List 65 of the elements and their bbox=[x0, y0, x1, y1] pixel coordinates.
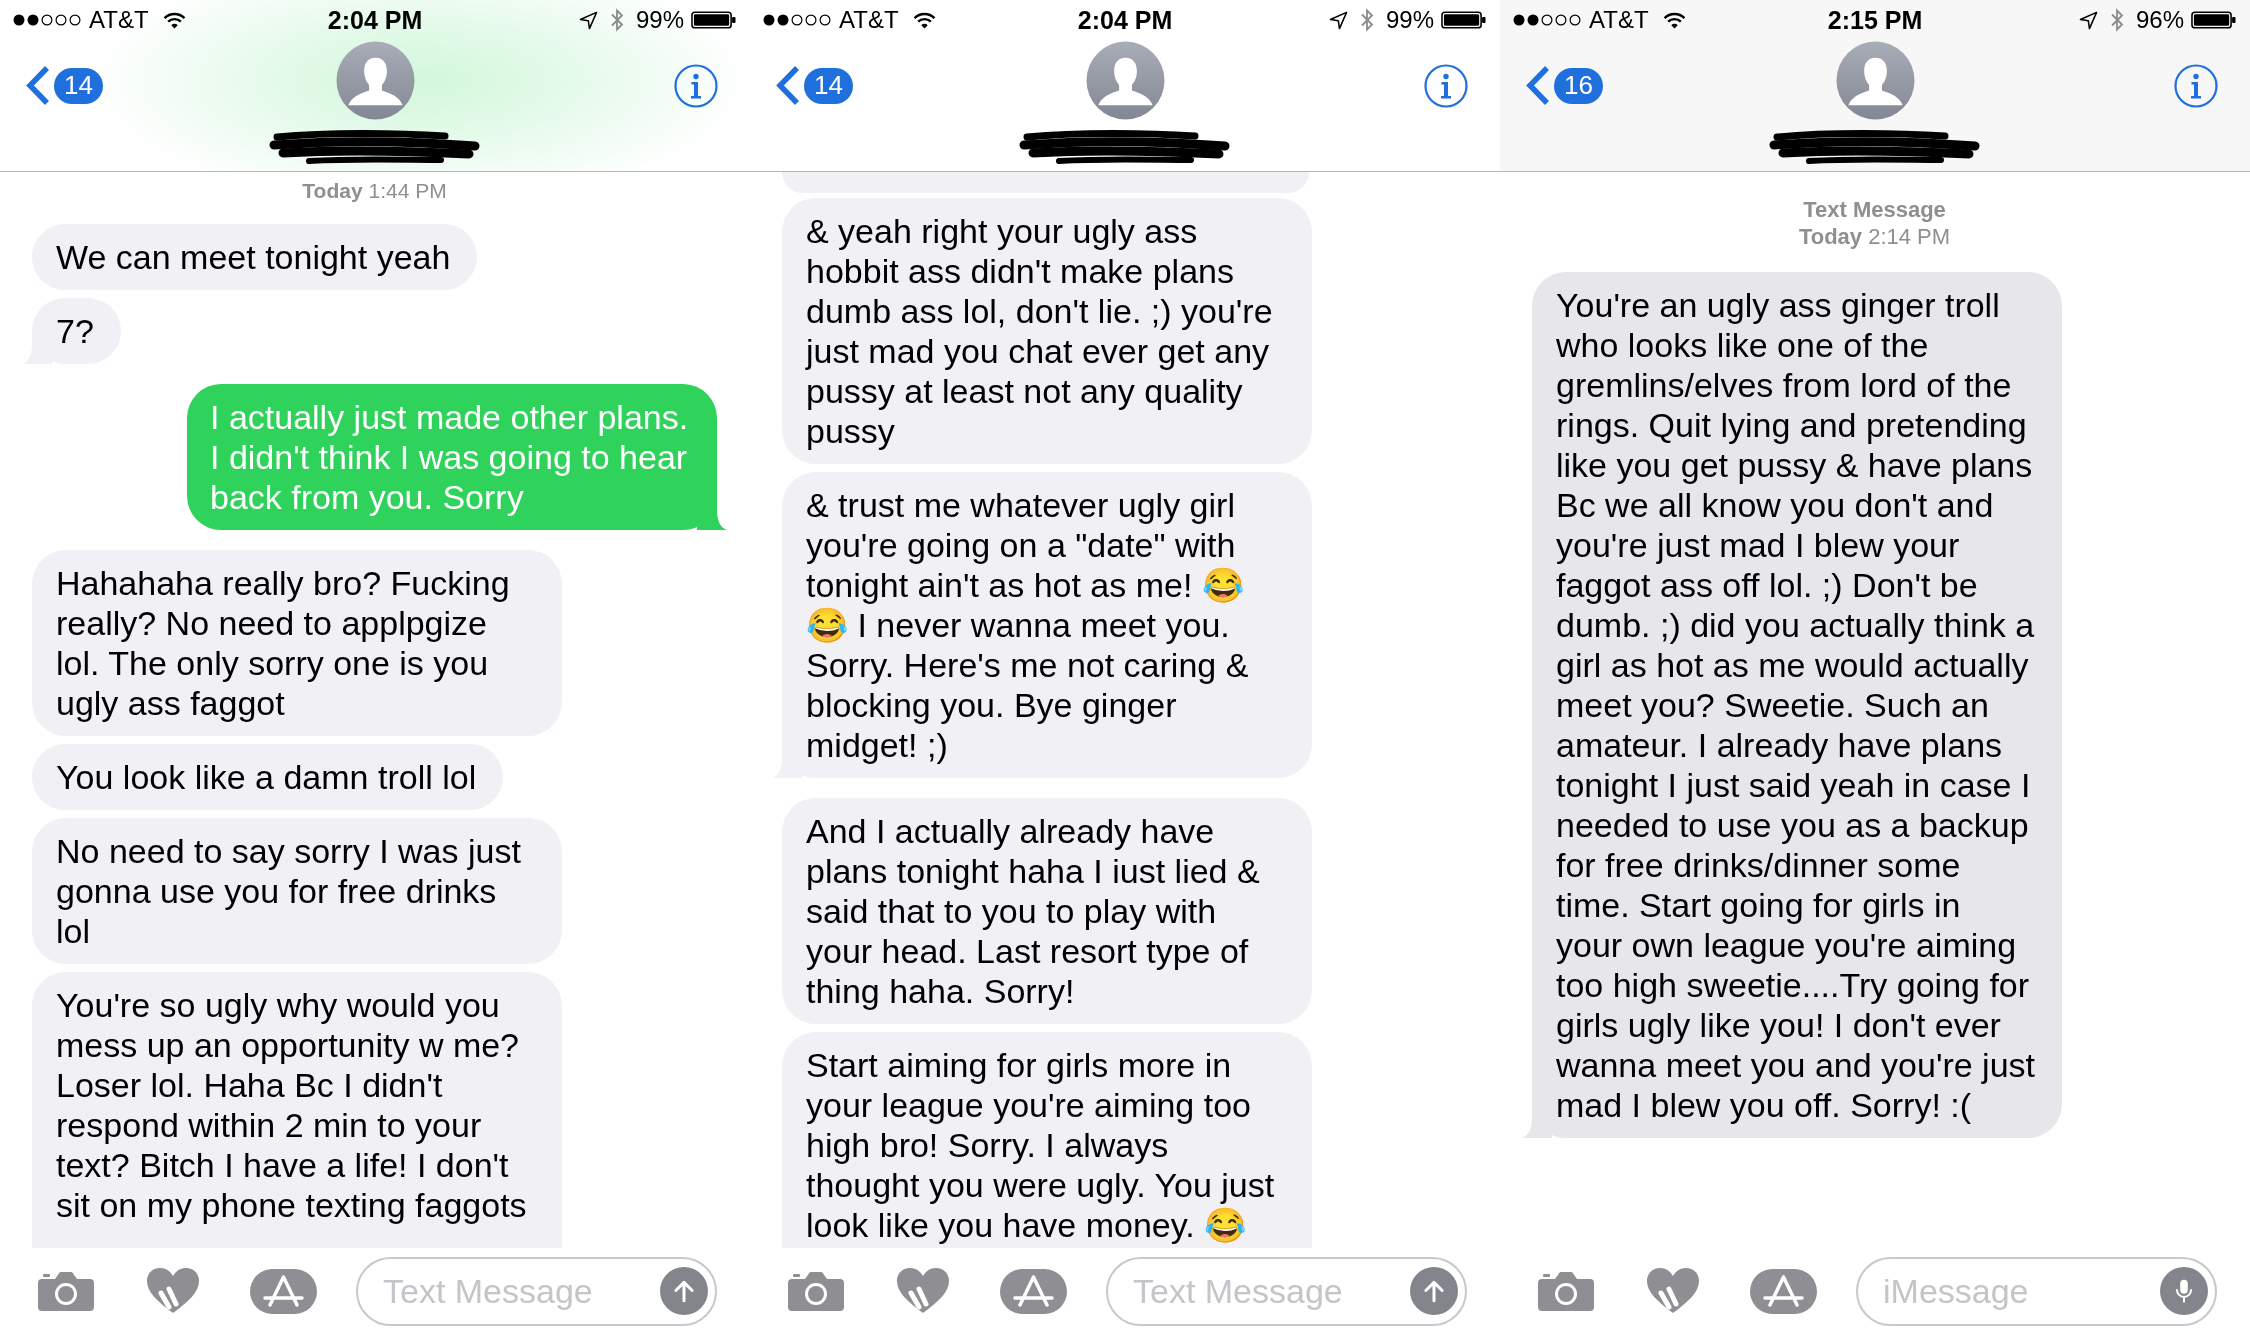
message-text: You're so ugly why would you mess up an opportunity w me? Loser lol. Haha Bc I didn't respond within 2 min to your text? Bitch I have a life! I don't sit on my phone texting faggots bbox=[56, 986, 527, 1224]
location-arrow-icon bbox=[578, 10, 598, 30]
status-time: 2:04 PM bbox=[327, 5, 423, 35]
wifi-icon bbox=[1662, 11, 1686, 29]
heart-icon[interactable] bbox=[145, 1267, 201, 1315]
unread-count-badge[interactable]: 14 bbox=[804, 67, 853, 104]
contact-avatar-icon[interactable] bbox=[335, 41, 415, 120]
carrier-name: AT&T bbox=[839, 6, 899, 34]
unread-count-badge[interactable]: 16 bbox=[1554, 67, 1603, 104]
contact-avatar-icon[interactable] bbox=[1085, 41, 1165, 120]
camera-icon[interactable] bbox=[1537, 1270, 1595, 1312]
battery-icon bbox=[1441, 11, 1486, 29]
message-text: We can meet tonight yeah bbox=[56, 238, 451, 276]
signal-strength-icon bbox=[1513, 14, 1581, 26]
bluetooth-icon bbox=[2109, 8, 2124, 32]
battery-percentage: 99% bbox=[1385, 6, 1434, 34]
apps-icon[interactable] bbox=[250, 1268, 317, 1314]
message-text: Hahahaha really bro? Fucking really? No need to applpgize lol. The only sorry one is you ugly ass faggot bbox=[56, 564, 510, 722]
message-text: I actually just made other plans. I didn't think I was going to hear back from you. Sorry bbox=[210, 398, 689, 516]
service-label: Text Message bbox=[1802, 196, 1947, 223]
message-text: And I actually already have plans tonight haha I iust lied & said that to you to play with your head. Last resort type of thing haha. Sorry! bbox=[806, 812, 1260, 1010]
message-text: 7? bbox=[56, 312, 94, 350]
message-text: Start aiming for girls more in your league you're aiming too high bro! Sorry. I always thought you were ugly. You just look like you have money. 😂 bbox=[806, 1046, 1275, 1244]
wifi-icon bbox=[162, 11, 186, 29]
apps-icon[interactable] bbox=[1000, 1268, 1067, 1314]
location-arrow-icon bbox=[1328, 10, 1348, 30]
status-time: 2:04 PM bbox=[1077, 5, 1173, 35]
unread-count-badge[interactable]: 14 bbox=[54, 67, 103, 104]
message-text: & yeah right your ugly ass hobbit ass didn't make plans dumb ass lol, don't lie. ;) you're just mad you chat ever get any pussy at least not any quality pussy bbox=[806, 212, 1273, 450]
battery-icon bbox=[691, 11, 736, 29]
heart-icon[interactable] bbox=[895, 1267, 951, 1315]
battery-percentage: 96% bbox=[2135, 6, 2184, 34]
battery-percentage: 99% bbox=[635, 6, 684, 34]
message-text: You look like a damn troll lol bbox=[56, 758, 477, 796]
camera-icon[interactable] bbox=[37, 1270, 95, 1312]
message-text: You're an ugly ass ginger troll who looks like one of the gremlins/elves from lord of the rings. Quit lying and pretending like you get pussy & have plans Bc we all know you don't and you're just mad I blew your faggot ass off lol. ;) Don't be dumb. ;) did you actually think a girl as hot as me would actually meet you? Sweetie. Such an amateur. I already have plans tonight I just said yeah in case I needed to use you as a backup for free drinks/dinner some time. Start going for girls in your own league you're aiming too high sweetie....Try going for girls ugly like you! I don't ever wanna meet you and you're just mad I blew you off. Sorry! :( bbox=[1556, 286, 2035, 1124]
bluetooth-icon bbox=[1359, 8, 1374, 32]
message-input-field[interactable]: Text Message bbox=[1106, 1256, 1467, 1326]
message-text: & trust me whatever ugly girl you're going on a "date" with tonight ain't as hot as me! 😂 😂 I never wanna meet you. Sorry. Here's me not caring & blocking you. Bye ginger midget! ;) bbox=[806, 486, 1249, 764]
carrier-name: AT&T bbox=[89, 6, 149, 34]
info-icon[interactable] bbox=[674, 64, 718, 108]
back-chevron-icon[interactable] bbox=[775, 65, 801, 106]
apps-icon[interactable] bbox=[1750, 1268, 1817, 1314]
back-chevron-icon[interactable] bbox=[25, 65, 51, 106]
wifi-icon bbox=[912, 11, 936, 29]
status-time: 2:15 PM bbox=[1827, 5, 1923, 35]
message-input-field[interactable]: iMessage bbox=[1856, 1256, 2217, 1326]
bluetooth-icon bbox=[609, 8, 624, 32]
timestamp: Today 1:44 PM bbox=[301, 178, 448, 204]
info-icon[interactable] bbox=[1424, 64, 1468, 108]
contact-avatar-icon[interactable] bbox=[1835, 41, 1915, 120]
battery-icon bbox=[2191, 11, 2236, 29]
info-icon[interactable] bbox=[2174, 64, 2218, 108]
heart-icon[interactable] bbox=[1645, 1267, 1701, 1315]
camera-icon[interactable] bbox=[787, 1270, 845, 1312]
back-chevron-icon[interactable] bbox=[1525, 65, 1551, 106]
arrow-up-icon bbox=[1421, 1278, 1447, 1304]
arrow-up-icon bbox=[671, 1278, 697, 1304]
signal-strength-icon bbox=[763, 14, 831, 26]
message-text: No need to say sorry I was just gonna use you for free drinks lol bbox=[56, 832, 521, 950]
location-arrow-icon bbox=[2078, 10, 2098, 30]
message-input-field[interactable]: Text Message bbox=[356, 1256, 717, 1326]
carrier-name: AT&T bbox=[1589, 6, 1649, 34]
signal-strength-icon bbox=[13, 14, 81, 26]
timestamp: Today 2:14 PM bbox=[1797, 223, 1952, 250]
